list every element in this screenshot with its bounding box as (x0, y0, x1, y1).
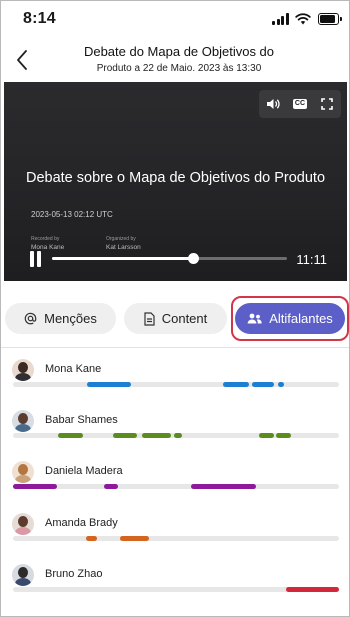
tab-bar: Menções Content Altifalantes (1, 293, 349, 347)
cellular-signal-icon (272, 13, 290, 25)
speaker-segment[interactable] (278, 382, 285, 387)
tab-content-label: Content (161, 311, 208, 326)
speaker-timeline[interactable] (13, 484, 339, 489)
speaker-name: Mona Kane (45, 363, 102, 375)
video-date: 2023-05-13 02:12 UTC (31, 210, 113, 219)
tab-mentions-label: Menções (44, 311, 97, 326)
speaker-name: Bruno Zhao (45, 568, 103, 580)
video-player[interactable]: CC Debate sobre o Mapa de Objetivos do P… (4, 82, 347, 281)
organized-by-label: Organized by (106, 236, 136, 242)
speaker-row[interactable]: Babar Shames (1, 410, 349, 460)
speaker-name: Daniela Madera (45, 465, 123, 477)
closed-captions-label: CC (292, 99, 308, 109)
speaker-segment[interactable] (259, 433, 274, 438)
wifi-icon (295, 13, 311, 25)
avatar (12, 359, 34, 381)
speaker-timeline[interactable] (13, 382, 339, 387)
organized-by-value: Kat Larsson (106, 244, 141, 251)
speaker-row[interactable]: Mona Kane (1, 359, 349, 409)
status-bar: 8:14 (1, 1, 349, 39)
speaker-segment[interactable] (13, 484, 57, 489)
speaker-row[interactable]: Daniela Madera (1, 461, 349, 511)
speaker-segment[interactable] (276, 433, 292, 438)
fullscreen-icon[interactable] (317, 94, 337, 114)
recorded-by-label: Recorded by (31, 236, 60, 242)
video-progress-thumb[interactable] (188, 253, 199, 264)
video-controls-bar: CC (259, 90, 341, 118)
speaker-row[interactable]: Amanda Brady (1, 513, 349, 563)
divider (1, 347, 349, 348)
volume-icon[interactable] (263, 94, 283, 114)
page-subtitle: Produto a 22 de Maio. 2023 às 13:30 (96, 63, 262, 74)
speaker-timeline[interactable] (13, 587, 339, 592)
speaker-segment[interactable] (285, 587, 339, 592)
video-progress-fill (52, 257, 193, 260)
speaker-segment[interactable] (174, 433, 182, 438)
speaker-segment[interactable] (142, 433, 172, 438)
page-title: Debate do Mapa de Objetivos do (83, 44, 275, 59)
speaker-segment[interactable] (86, 536, 98, 541)
battery-icon (318, 13, 342, 25)
speaker-segment[interactable] (190, 484, 256, 489)
speaker-name: Amanda Brady (45, 517, 118, 529)
document-icon (144, 311, 155, 326)
avatar (12, 461, 34, 483)
speaker-segment[interactable] (87, 382, 131, 387)
speaker-timeline[interactable] (13, 433, 339, 438)
speaker-name: Babar Shames (45, 414, 118, 426)
speaker-segment[interactable] (113, 433, 137, 438)
speaker-timeline[interactable] (13, 536, 339, 541)
at-icon (24, 312, 37, 325)
video-title: Debate sobre o Mapa de Objetivos do Prod… (25, 170, 326, 186)
closed-captions-icon[interactable]: CC (290, 94, 310, 114)
header: Debate do Mapa de Objetivos do Produto a… (1, 39, 349, 81)
speaker-segment[interactable] (57, 433, 84, 438)
avatar (12, 513, 34, 535)
status-time: 8:14 (23, 10, 56, 27)
speaker-segment[interactable] (251, 382, 275, 387)
speaker-segment[interactable] (222, 382, 250, 387)
tab-content[interactable]: Content (124, 303, 227, 334)
tab-speakers-label: Altifalantes (269, 311, 333, 326)
back-chevron-icon[interactable] (11, 47, 33, 73)
people-icon (247, 313, 262, 324)
tab-speakers[interactable]: Altifalantes (235, 303, 345, 334)
speaker-segment[interactable] (119, 536, 149, 541)
recorded-by-value: Mona Kane (31, 244, 65, 251)
avatar (12, 564, 34, 586)
pause-icon[interactable] (29, 251, 43, 267)
speaker-segment[interactable] (104, 484, 118, 489)
video-progress-bar[interactable] (52, 253, 287, 264)
speaker-row[interactable]: Bruno Zhao (1, 564, 349, 614)
video-duration: 11:11 (296, 252, 327, 267)
tab-mentions[interactable]: Menções (5, 303, 116, 334)
avatar (12, 410, 34, 432)
app-frame: 8:14 Debate do Mapa de Objetivos do Prod… (0, 0, 350, 617)
